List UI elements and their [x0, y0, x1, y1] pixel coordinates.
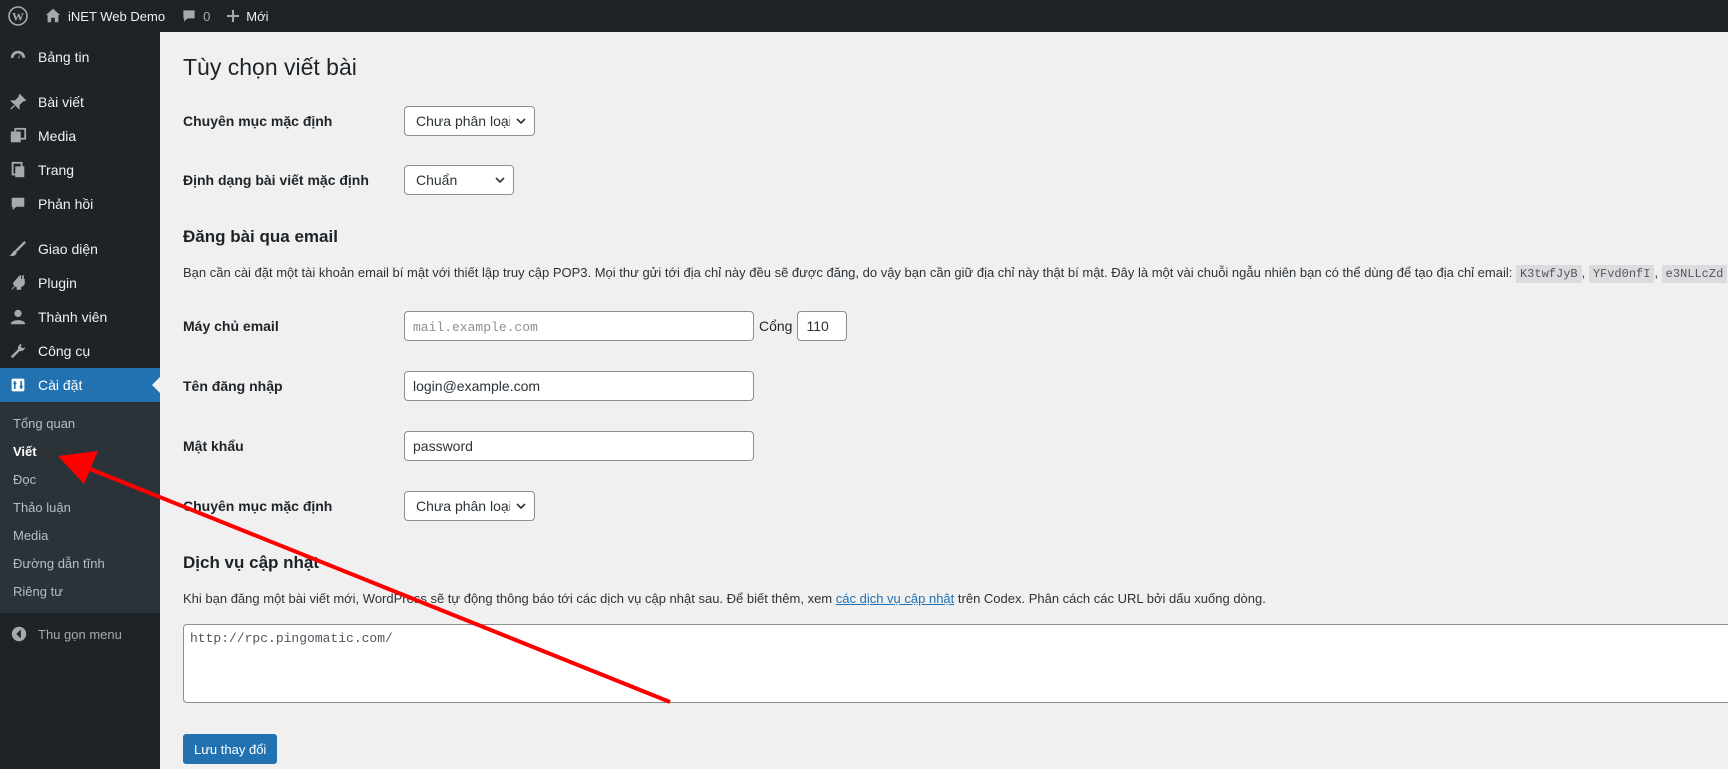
media-icon: [8, 126, 28, 146]
site-name-link[interactable]: iNET Web Demo: [36, 0, 173, 32]
random-code: K3twfJyB: [1515, 265, 1582, 283]
update-services-link[interactable]: các dịch vụ cập nhật: [836, 591, 955, 606]
admin-bar: W iNET Web Demo 0 Mới: [0, 0, 1728, 32]
menu-item-pages[interactable]: Trang: [0, 153, 160, 187]
port-input[interactable]: [797, 311, 848, 341]
submenu-item-media[interactable]: Media: [0, 521, 160, 549]
update-description-text: Khi bạn đăng một bài viết mới, WordPress…: [183, 591, 836, 606]
admin-sidebar: Bảng tin Bài viết Media Trang Phản hồi G…: [0, 32, 160, 769]
menu-item-comments[interactable]: Phản hồi: [0, 187, 160, 221]
password-input[interactable]: [404, 431, 754, 461]
update-section-title: Dịch vụ cập nhật: [183, 553, 320, 572]
brush-icon: [8, 239, 28, 259]
login-label: Tên đăng nhập: [183, 378, 283, 394]
collapse-label: Thu gọn menu: [38, 626, 122, 642]
email-description-text: Bạn cần cài đặt một tài khoản email bí m…: [183, 265, 1513, 280]
svg-text:W: W: [12, 10, 24, 24]
page-icon: [8, 160, 28, 180]
menu-label: Thành viên: [38, 309, 108, 325]
submenu-item-writing[interactable]: Viết: [0, 437, 160, 465]
mail-category-label: Chuyên mục mặc định: [183, 498, 333, 514]
email-section-title: Đăng bài qua email: [183, 227, 338, 246]
new-label: Mới: [246, 8, 269, 24]
comments-link[interactable]: 0: [173, 0, 218, 32]
menu-label: Trang: [38, 162, 75, 178]
login-row: Tên đăng nhập: [183, 371, 754, 401]
submenu-item-general[interactable]: Tổng quan: [0, 409, 160, 437]
collapse-arrow-icon: [11, 626, 27, 642]
menu-item-tools[interactable]: Công cụ: [0, 334, 160, 368]
menu-item-posts[interactable]: Bài viết: [0, 85, 160, 119]
default-category-label: Chuyên mục mặc định: [183, 113, 333, 129]
password-label: Mật khẩu: [183, 438, 244, 454]
update-description: Khi bạn đăng một bài viết mới, WordPress…: [183, 591, 1266, 606]
wordpress-logo-icon[interactable]: W: [0, 0, 36, 32]
default-category-select[interactable]: Chưa phân loại: [404, 106, 535, 136]
submenu-item-reading[interactable]: Đọc: [0, 465, 160, 493]
menu-label: Cài đặt: [38, 377, 83, 393]
plugin-icon: [8, 273, 28, 293]
new-content-link[interactable]: Mới: [218, 0, 276, 32]
default-format-select-wrap: Chuẩn: [404, 165, 514, 195]
mail-server-input[interactable]: [404, 311, 754, 341]
random-code: YFvd0nfI: [1588, 265, 1655, 283]
menu-item-appearance[interactable]: Giao diện: [0, 232, 160, 266]
default-category-select-wrap: Chưa phân loại: [404, 106, 535, 136]
menu-label: Bảng tin: [38, 49, 90, 65]
settings-icon: [8, 375, 28, 395]
email-description: Bạn cần cài đặt một tài khoản email bí m…: [183, 265, 1728, 283]
submenu-item-privacy[interactable]: Riêng tư: [0, 577, 160, 605]
home-icon: [45, 8, 61, 23]
ping-sites-textarea[interactable]: http://rpc.pingomatic.com/: [183, 624, 1728, 703]
settings-submenu: Tổng quan Viết Đọc Thảo luận Media Đường…: [0, 402, 160, 613]
mail-server-label: Máy chủ email: [183, 318, 279, 334]
menu-label: Công cụ: [38, 343, 91, 359]
random-code: e3NLLcZd: [1661, 265, 1728, 283]
default-format-label: Định dạng bài viết mặc định: [183, 172, 369, 188]
submenu-item-permalinks[interactable]: Đường dẫn tĩnh: [0, 549, 160, 577]
user-icon: [8, 307, 28, 327]
dashboard-icon: [8, 47, 28, 67]
collapse-menu-button[interactable]: Thu gọn menu: [0, 617, 160, 651]
main-content: Tùy chọn viết bài Chuyên mục mặc định Ch…: [183, 32, 1728, 764]
pin-icon: [8, 92, 28, 112]
comments-count: 0: [203, 8, 211, 24]
mail-server-row: Máy chủ email Cổng: [183, 311, 848, 341]
menu-item-settings[interactable]: Cài đặt: [0, 368, 160, 402]
default-format-row: Định dạng bài viết mặc định Chuẩn: [183, 165, 514, 195]
login-input[interactable]: [404, 371, 754, 401]
menu-label: Phản hồi: [38, 196, 94, 212]
mail-category-row: Chuyên mục mặc định Chưa phân loại: [183, 491, 535, 521]
mail-category-select[interactable]: Chưa phân loại: [404, 491, 535, 521]
menu-item-users[interactable]: Thành viên: [0, 300, 160, 334]
site-name: iNET Web Demo: [68, 8, 166, 24]
menu-item-plugins[interactable]: Plugin: [0, 266, 160, 300]
comment-icon: [183, 10, 195, 22]
page-title: Tùy chọn viết bài: [183, 54, 357, 80]
port-label: Cổng: [759, 318, 793, 334]
default-category-row: Chuyên mục mặc định Chưa phân loại: [183, 106, 535, 136]
update-description-tail: trên Codex. Phân cách các URL bởi dấu xu…: [954, 591, 1266, 606]
save-button[interactable]: Lưu thay đổi: [183, 734, 278, 764]
password-row: Mật khẩu: [183, 431, 754, 461]
menu-label: Giao diện: [38, 241, 98, 257]
submenu-item-discussion[interactable]: Thảo luận: [0, 493, 160, 521]
wrench-icon: [8, 341, 28, 361]
menu-label: Bài viết: [38, 94, 84, 110]
menu-label: Plugin: [38, 275, 77, 291]
menu-item-dashboard[interactable]: Bảng tin: [0, 40, 160, 74]
menu-label: Media: [38, 128, 77, 144]
menu-item-media[interactable]: Media: [0, 119, 160, 153]
mail-category-select-wrap: Chưa phân loại: [404, 491, 535, 521]
default-format-select[interactable]: Chuẩn: [404, 165, 514, 195]
plus-icon: [227, 10, 240, 22]
comment-icon: [8, 194, 28, 214]
